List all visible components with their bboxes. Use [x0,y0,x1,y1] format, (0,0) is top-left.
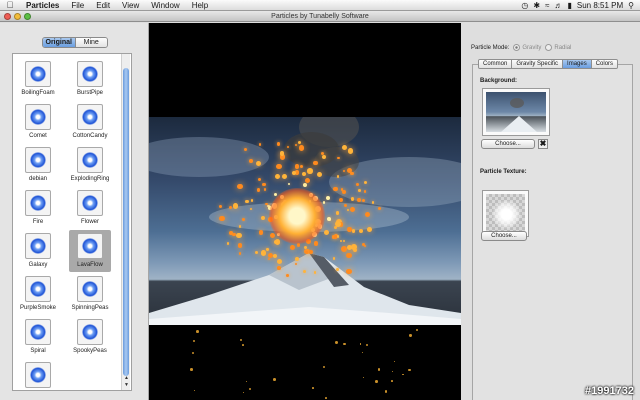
scroll-up-arrow-icon[interactable]: ▲ [123,375,130,381]
preset-label: LavaFlow [77,262,103,268]
menu-window[interactable]: Window [145,1,185,10]
particle-preview-canvas[interactable] [149,23,461,400]
preset-label: Flower [80,219,99,225]
minimize-window-button[interactable] [14,13,21,20]
preset-item[interactable]: Flower [69,187,111,229]
preset-label: Spiral [30,348,46,354]
tab-colors[interactable]: Colors [590,60,618,68]
preset-thumbnail-icon [25,147,51,173]
preset-thumbnail-icon [77,104,103,130]
preset-thumbnail-icon [77,233,103,259]
scrollbar-thumb[interactable] [123,68,129,376]
apple-menu-icon[interactable]:  [0,0,20,10]
particle-texture-well[interactable] [482,190,529,237]
preset-source-segmented-control: Original Mine [42,37,108,48]
preset-item[interactable]: Fire [17,187,59,229]
menu-view[interactable]: View [116,1,145,10]
window-titlebar: Particles by Tunabelly Software [0,11,640,22]
inspector-panel: Particle Mode: Gravity Radial Common Gra… [461,23,640,400]
preset-label: ExplodingRing [70,176,110,182]
scroll-down-arrow-icon[interactable]: ▼ [123,382,130,388]
bluetooth-icon[interactable]: ✱ [533,1,540,10]
menu-clock[interactable]: Sun 8:51 PM [577,1,623,10]
preset-label: debian [28,176,48,182]
preset-thumbnail-icon [77,61,103,87]
window-title: Particles by Tunabelly Software [271,13,369,20]
time-machine-icon[interactable]: ◷ [521,1,528,10]
wifi-icon[interactable]: ≈ [545,1,549,10]
background-image-well[interactable] [482,88,550,136]
mode-radial-label: Radial [554,44,572,51]
particle-mode-row: Particle Mode: Gravity Radial [471,44,571,51]
preset-label: BurstPipe [76,90,103,96]
texture-preview [486,194,525,233]
preset-item[interactable]: Galaxy [17,230,59,272]
background-thumbnail [486,92,546,132]
preset-thumbnail-icon [25,61,51,87]
mode-gravity-radio[interactable] [513,44,521,51]
clear-background-icon[interactable]: ✖ [538,139,548,149]
preset-thumbnail-icon [25,276,51,302]
segment-mine[interactable]: Mine [74,38,107,47]
preset-thumbnail-icon [77,190,103,216]
preset-item[interactable]: SpookyPeas [69,316,111,358]
preset-item[interactable]: Spiral [17,316,59,358]
inspector-tabs: Common Gravity Specific Images Colors [478,59,619,69]
preset-item[interactable]: ExplodingRing [69,144,111,186]
preset-sidebar: Original Mine BoilingFoam BurstPipe Comet C… [0,23,149,400]
preset-item[interactable]: debian [17,144,59,186]
particle-texture-label: Particle Texture: [480,169,527,175]
preset-item[interactable]: PurpleSmoke [17,273,59,315]
segment-original[interactable]: Original [43,38,75,47]
background-label: Background: [480,78,518,84]
mode-gravity-option[interactable]: Gravity [513,44,541,51]
battery-icon[interactable]: ▮ [567,1,571,10]
watermark-text: #1991732 [585,385,634,397]
preset-thumbnail-icon [25,104,51,130]
menu-file[interactable]: File [65,1,90,10]
menu-edit[interactable]: Edit [90,1,116,10]
preset-item[interactable]: BoilingFoam [17,58,59,100]
preset-list-scrollbar[interactable]: ▲ ▼ [121,54,130,390]
preset-thumbnail-icon [77,276,103,302]
preset-item[interactable]: LavaFlow [69,230,111,272]
mode-radial-radio[interactable] [545,44,553,51]
preset-item[interactable]: CottonCandy [69,101,111,143]
menu-bar:  Particles File Edit View Window Help ◷… [0,0,640,11]
background-choose-button[interactable]: Choose... [481,139,535,149]
preset-label: SpinningPeas [71,305,109,311]
spotlight-search-icon[interactable]: ⚲ [628,1,634,10]
mode-radial-option[interactable]: Radial [545,44,571,51]
preset-item[interactable]: SpinningPeas [69,273,111,315]
preset-item[interactable]: Upsidedown [17,359,59,390]
zoom-window-button[interactable] [24,13,31,20]
volume-icon[interactable]: ♬ [554,1,562,10]
preset-item[interactable]: Comet [17,101,59,143]
preset-label: Comet [29,133,47,139]
texture-choose-button[interactable]: Choose... [481,231,527,241]
preset-thumbnail-icon [77,319,103,345]
particle-mode-label: Particle Mode: [471,44,510,51]
preset-thumbnail-icon [77,147,103,173]
preset-label: Galaxy [28,262,48,268]
close-window-button[interactable] [4,13,11,20]
preset-label: PurpleSmoke [19,305,57,311]
tab-gravity-specific[interactable]: Gravity Specific [511,60,563,68]
preset-list: BoilingFoam BurstPipe Comet CottonCandy debi… [12,53,132,391]
preset-thumbnail-icon [25,362,51,388]
preset-label: CottonCandy [72,133,108,139]
menu-help[interactable]: Help [186,1,214,10]
preset-item[interactable]: BurstPipe [69,58,111,100]
preset-thumbnail-icon [25,190,51,216]
preset-label: BoilingFoam [21,90,55,96]
app-window: Particles by Tunabelly Software Original… [0,11,640,400]
preset-label: Fire [32,219,44,225]
preset-label: SpookyPeas [73,348,107,354]
preset-thumbnail-icon [25,233,51,259]
menu-app-name[interactable]: Particles [20,1,65,10]
tab-images[interactable]: Images [562,60,591,68]
mode-gravity-label: Gravity [522,44,542,51]
preset-thumbnail-icon [25,319,51,345]
tab-common[interactable]: Common [479,60,512,68]
